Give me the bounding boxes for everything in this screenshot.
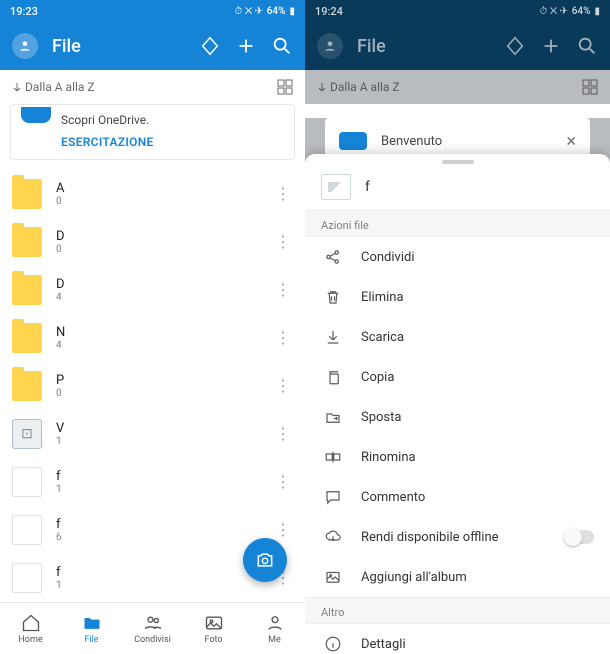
- image-thumb-icon: [321, 174, 351, 200]
- folder-icon: [12, 371, 42, 401]
- more-icon[interactable]: ⋮: [273, 186, 293, 202]
- bottom-sheet: f Azioni file Condividi Elimina Scarica …: [305, 154, 610, 654]
- download-icon: [323, 328, 343, 346]
- action-offline[interactable]: Rendi disponibile offline: [305, 517, 610, 557]
- more-icon[interactable]: ⋮: [273, 330, 293, 346]
- appbar: File: [0, 22, 305, 70]
- file-icon: [12, 515, 42, 545]
- nav-home[interactable]: Home: [0, 603, 61, 654]
- nav-shared[interactable]: Condivisi: [122, 603, 183, 654]
- action-comment[interactable]: Commento: [305, 477, 610, 517]
- action-share[interactable]: Condividi: [305, 237, 610, 277]
- list-item[interactable]: A0⋮: [0, 170, 305, 218]
- action-move[interactable]: Sposta: [305, 397, 610, 437]
- view-toggle-icon: [582, 79, 598, 95]
- more-icon[interactable]: ⋮: [273, 522, 293, 538]
- camera-fab[interactable]: [243, 538, 287, 582]
- clock: 19:24: [315, 5, 343, 18]
- appbar: File: [305, 22, 610, 70]
- vault-icon: ⊡: [12, 419, 42, 449]
- appbar-title: File: [52, 36, 185, 57]
- share-icon: [323, 248, 343, 266]
- offline-toggle[interactable]: [564, 530, 594, 544]
- more-icon[interactable]: ⋮: [273, 234, 293, 250]
- account-avatar: [317, 33, 343, 59]
- view-toggle-icon[interactable]: [277, 79, 293, 95]
- card-text: Scopri OneDrive.: [61, 113, 282, 127]
- card-cta[interactable]: ESERCITAZIONE: [61, 135, 282, 149]
- action-download[interactable]: Scarica: [305, 317, 610, 357]
- statusbar: 19:24 ⏱ ✕ ✈ 64% ▮: [305, 0, 610, 22]
- onedrive-logo-icon: [339, 132, 367, 150]
- clock: 19:23: [10, 5, 38, 18]
- action-details[interactable]: Dettagli: [305, 624, 610, 654]
- onboarding-card[interactable]: Scopri OneDrive. ESERCITAZIONE: [10, 104, 295, 160]
- nav-me[interactable]: Me: [244, 603, 305, 654]
- comment-icon: [323, 488, 343, 506]
- search-icon[interactable]: [271, 35, 293, 57]
- more-icon[interactable]: ⋮: [273, 426, 293, 442]
- list-item[interactable]: f1⋮: [0, 458, 305, 506]
- drag-handle[interactable]: [442, 160, 474, 164]
- sheet-header: f: [305, 170, 610, 210]
- status-icons: ⏱ ✕ ✈ 64% ▮: [234, 6, 295, 17]
- add-icon: [540, 35, 562, 57]
- list-item[interactable]: P0⋮: [0, 362, 305, 410]
- premium-icon: [504, 35, 526, 57]
- add-icon[interactable]: [235, 35, 257, 57]
- sheet-section-label: Azioni file: [305, 210, 610, 237]
- file-icon: [12, 563, 42, 593]
- folder-icon: [12, 179, 42, 209]
- action-delete[interactable]: Elimina: [305, 277, 610, 317]
- action-copy[interactable]: Copia: [305, 357, 610, 397]
- close-icon: ×: [566, 131, 576, 152]
- more-icon[interactable]: ⋮: [273, 282, 293, 298]
- nav-file[interactable]: File: [61, 603, 122, 654]
- folder-icon: [12, 227, 42, 257]
- search-icon: [576, 35, 598, 57]
- copy-icon: [323, 368, 343, 386]
- move-icon: [323, 408, 343, 426]
- offline-icon: [323, 528, 343, 546]
- sortbar: Dalla A alla Z: [305, 70, 610, 104]
- statusbar: 19:23 ⏱ ✕ ✈ 64% ▮: [0, 0, 305, 22]
- folder-icon: [12, 323, 42, 353]
- info-icon: [323, 635, 343, 653]
- bottom-nav: Home File Condivisi Foto Me: [0, 602, 305, 654]
- sort-button[interactable]: Dalla A alla Z: [12, 80, 95, 94]
- action-add-album[interactable]: Aggiungi all'album: [305, 557, 610, 597]
- file-icon: [12, 467, 42, 497]
- album-icon: [323, 568, 343, 586]
- rename-icon: [323, 448, 343, 466]
- sheet-section-label: Altro: [305, 597, 610, 624]
- sortbar: Dalla A alla Z: [0, 70, 305, 104]
- status-icons: ⏱ ✕ ✈ 64% ▮: [539, 6, 600, 17]
- premium-icon[interactable]: [199, 35, 221, 57]
- action-rename[interactable]: Rinomina: [305, 437, 610, 477]
- more-icon[interactable]: ⋮: [273, 474, 293, 490]
- list-item[interactable]: D4⋮: [0, 266, 305, 314]
- onedrive-logo-icon: [21, 107, 51, 123]
- trash-icon: [323, 288, 343, 306]
- more-icon[interactable]: ⋮: [273, 378, 293, 394]
- nav-photos[interactable]: Foto: [183, 603, 244, 654]
- account-avatar[interactable]: [12, 33, 38, 59]
- appbar-title: File: [357, 36, 490, 57]
- list-item[interactable]: ⊡V1⋮: [0, 410, 305, 458]
- sheet-filename: f: [365, 179, 370, 195]
- list-item[interactable]: D0⋮: [0, 218, 305, 266]
- list-item[interactable]: N4⋮: [0, 314, 305, 362]
- folder-icon: [12, 275, 42, 305]
